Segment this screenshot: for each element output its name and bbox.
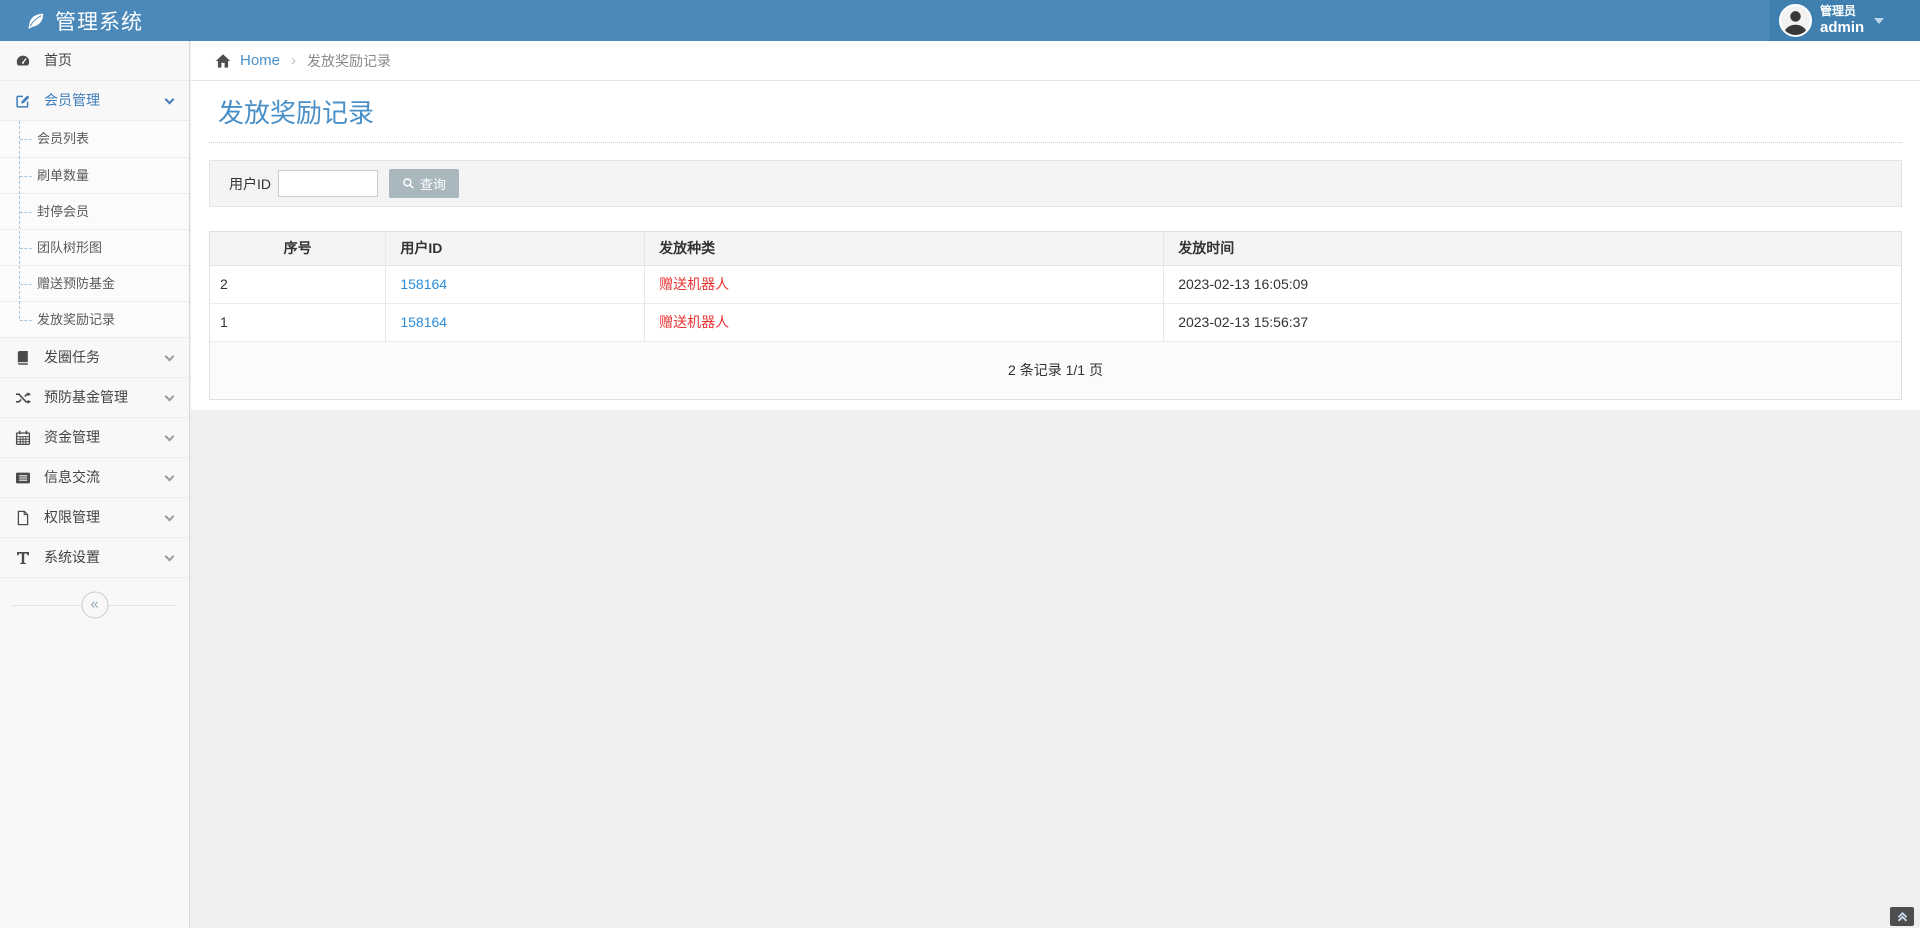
- user-id-label: 用户ID: [229, 175, 271, 192]
- cell-time: 2023-02-13 15:56:37: [1163, 303, 1901, 342]
- sidebar-subitem-order-count[interactable]: 刷单数量: [0, 157, 189, 193]
- chevron-down-icon: [164, 351, 175, 362]
- pagination-status: 2 条记录 1/1 页: [210, 341, 1901, 399]
- book-icon: [17, 351, 28, 365]
- app-logo[interactable]: 管理系统: [0, 0, 190, 41]
- cell-seq: 2: [210, 265, 387, 304]
- user-role: 管理员: [1820, 3, 1857, 18]
- sidebar-item-label: 信息交流: [44, 469, 100, 485]
- user-id-input[interactable]: [278, 170, 378, 197]
- chevron-down-icon: [164, 431, 175, 442]
- cell-user-id-link[interactable]: 158164: [400, 276, 447, 292]
- chevron-down-icon: [164, 94, 175, 105]
- records-table-panel: 序号 用户ID 发放种类 发放时间 2 158164 赠送机器人 2023-02…: [209, 231, 1902, 400]
- main-area: Home › 发放奖励记录 发放奖励记录 用户ID 查询 序号 用户ID 发放种…: [191, 41, 1920, 410]
- sidebar-subitem-team-tree[interactable]: 团队树形图: [0, 229, 189, 265]
- calendar-icon: [15, 430, 31, 446]
- sidebar-item-circle-tasks[interactable]: 发圈任务: [0, 338, 189, 378]
- sidebar-item-capital-management[interactable]: 资金管理: [0, 418, 189, 458]
- sidebar-item-member-management[interactable]: 会员管理: [0, 81, 189, 121]
- breadcrumb-current: 发放奖励记录: [307, 52, 392, 69]
- sidebar-item-label: 预防基金管理: [44, 389, 128, 405]
- sidebar-subitem-reward-records[interactable]: 发放奖励记录: [0, 301, 189, 337]
- sidebar-item-permission-management[interactable]: 权限管理: [0, 498, 189, 538]
- sub-item-label: 封停会员: [37, 204, 90, 219]
- col-header-type: 发放种类: [644, 232, 1165, 266]
- sidebar-item-home[interactable]: 首页: [0, 41, 189, 81]
- page-title: 发放奖励记录: [218, 98, 375, 128]
- sidebar-item-message-exchange[interactable]: 信息交流: [0, 458, 189, 498]
- cell-user-id-link[interactable]: 158164: [400, 314, 447, 330]
- sidebar-item-label: 会员管理: [44, 92, 100, 108]
- breadcrumb-home-link[interactable]: Home: [240, 52, 280, 69]
- col-header-seq: 序号: [210, 232, 387, 266]
- records-table: 序号 用户ID 发放种类 发放时间 2 158164 赠送机器人 2023-02…: [210, 232, 1901, 342]
- search-icon: [403, 178, 414, 189]
- sidebar-item-label: 系统设置: [44, 549, 100, 565]
- sub-item-label: 刷单数量: [37, 168, 90, 183]
- dashboard-icon: [16, 55, 30, 66]
- sidebar-item-label: 首页: [44, 52, 72, 68]
- cell-seq: 1: [210, 303, 387, 342]
- sidebar-item-fund-management[interactable]: 预防基金管理: [0, 378, 189, 418]
- sidebar: 首页 会员管理 会员列表 刷单数量 封停会员 团队树形图 赠送预防基金 发放奖励…: [0, 41, 190, 928]
- app-title: 管理系统: [55, 10, 143, 34]
- sub-item-label: 发放奖励记录: [37, 312, 116, 327]
- leaf-icon: [28, 13, 44, 29]
- cell-type: 赠送机器人: [659, 314, 730, 330]
- page-content: 发放奖励记录 用户ID 查询 序号 用户ID 发放种类 发放时间 2 15816…: [191, 81, 1920, 410]
- sidebar-item-system-settings[interactable]: 系统设置: [0, 538, 189, 578]
- member-management-submenu: 会员列表 刷单数量 封停会员 团队树形图 赠送预防基金 发放奖励记录: [0, 121, 189, 338]
- user-info: 管理员 admin: [1820, 3, 1865, 36]
- sidebar-collapse-button[interactable]: «: [81, 591, 108, 619]
- double-chevron-up-icon: [1897, 911, 1907, 922]
- sidebar-item-label: 资金管理: [44, 429, 100, 445]
- sub-item-label: 会员列表: [37, 131, 90, 146]
- sidebar-collapse-row: «: [0, 588, 189, 622]
- person-icon: [1781, 6, 1810, 35]
- collapse-icon: «: [90, 595, 99, 613]
- sidebar-subitem-banned-members[interactable]: 封停会员: [0, 193, 189, 229]
- table-row: 1 158164 赠送机器人 2023-02-13 15:56:37: [210, 303, 1901, 342]
- user-menu[interactable]: 管理员 admin: [1770, 0, 1920, 41]
- chevron-down-icon: [164, 391, 175, 402]
- cell-type: 赠送机器人: [659, 276, 730, 292]
- search-button[interactable]: 查询: [389, 169, 460, 198]
- table-header-row: 序号 用户ID 发放种类 发放时间: [210, 232, 1901, 266]
- chevron-down-icon: [164, 471, 175, 482]
- sidebar-item-label: 权限管理: [44, 509, 100, 525]
- sidebar-subitem-member-list[interactable]: 会员列表: [0, 121, 189, 157]
- chevron-down-icon: [164, 551, 175, 562]
- sidebar-item-label: 发圈任务: [44, 349, 100, 365]
- back-to-top-button[interactable]: [1890, 907, 1914, 926]
- text-icon: [17, 552, 29, 564]
- sidebar-subitem-gift-fund[interactable]: 赠送预防基金: [0, 265, 189, 301]
- file-icon: [17, 510, 29, 526]
- top-header: 管理系统 管理员 admin: [0, 0, 1920, 41]
- list-icon: [16, 472, 30, 484]
- search-button-label: 查询: [420, 177, 447, 192]
- breadcrumb-separator: ›: [291, 52, 297, 69]
- sub-item-label: 赠送预防基金: [37, 276, 116, 291]
- cell-time: 2023-02-13 16:05:09: [1163, 265, 1901, 304]
- sub-item-label: 团队树形图: [37, 240, 103, 255]
- avatar: [1779, 4, 1812, 37]
- shuffle-icon: [16, 392, 31, 404]
- col-header-user-id: 用户ID: [385, 232, 646, 266]
- caret-down-icon: [1874, 17, 1885, 24]
- chevron-down-icon: [164, 511, 175, 522]
- search-panel: 用户ID 查询: [209, 160, 1902, 207]
- home-icon: [215, 53, 231, 68]
- title-separator: [209, 142, 1902, 143]
- table-row: 2 158164 赠送机器人 2023-02-13 16:05:09: [210, 265, 1901, 304]
- col-header-time: 发放时间: [1163, 232, 1901, 266]
- breadcrumb: Home › 发放奖励记录: [191, 41, 1920, 81]
- user-name: admin: [1820, 18, 1865, 36]
- edit-icon: [16, 95, 30, 108]
